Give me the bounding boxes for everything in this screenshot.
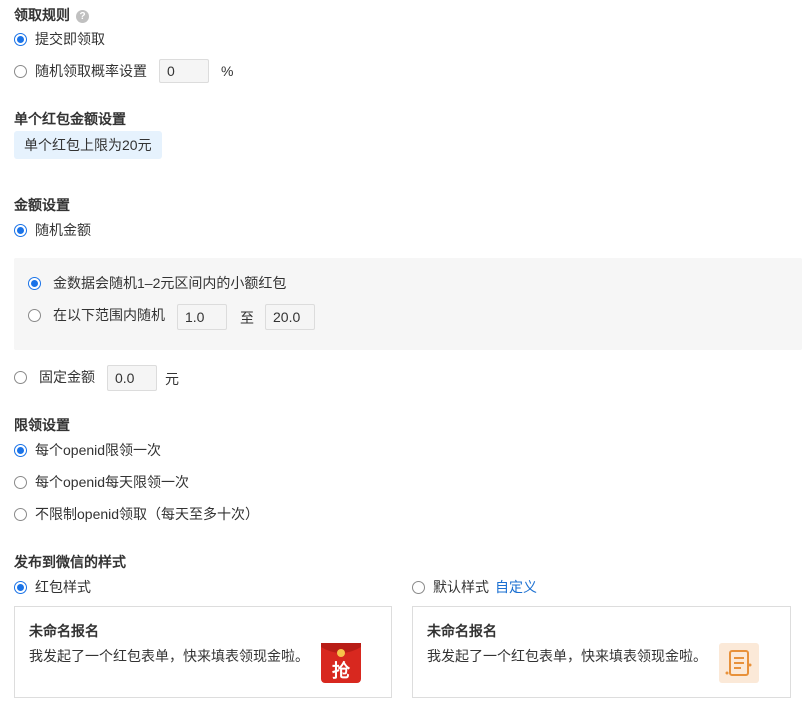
- single-amount-title: 单个红包金额设置: [14, 111, 126, 127]
- radio-button[interactable]: [14, 64, 27, 78]
- radio-default-style[interactable]: 默认样式 自定义: [412, 575, 537, 599]
- radio-limit-once[interactable]: 每个openid限领一次: [14, 438, 161, 462]
- card-description: 我发起了一个红包表单，快来填表领现金啦。: [29, 648, 309, 664]
- radio-label: 红包样式: [35, 579, 91, 595]
- radio-label: 随机领取概率设置: [35, 63, 147, 79]
- amount-limit-tag: 单个红包上限为20元: [14, 131, 162, 159]
- percent-unit: %: [221, 63, 234, 79]
- claim-rules-title: 领取规则: [14, 7, 70, 23]
- radio-label: 固定金额: [39, 369, 95, 385]
- radio-label: 不限制openid领取（每天至多十次）: [35, 506, 260, 522]
- claim-rules-section: 领取规则?: [14, 5, 89, 25]
- radio-button[interactable]: [412, 580, 425, 594]
- radio-button[interactable]: [14, 443, 27, 457]
- radio-red-packet-style[interactable]: 红包样式: [14, 575, 91, 599]
- card-title: 未命名报名: [29, 623, 99, 639]
- radio-button[interactable]: [14, 507, 27, 521]
- red-packet-icon-text: 抢: [332, 660, 351, 682]
- range-min-input[interactable]: 1.0: [177, 304, 227, 330]
- red-packet-icon: 抢: [321, 643, 361, 683]
- fixed-amount-input[interactable]: 0.0: [107, 365, 157, 391]
- probability-input[interactable]: 0: [159, 59, 209, 83]
- card-title: 未命名报名: [427, 623, 497, 639]
- wechat-style-title: 发布到微信的样式: [14, 554, 126, 570]
- help-icon[interactable]: ?: [76, 10, 89, 23]
- form-document-icon: [719, 643, 759, 683]
- radio-button[interactable]: [14, 370, 27, 384]
- radio-submit-claim[interactable]: 提交即领取: [14, 27, 105, 51]
- range-to-label: 至: [240, 310, 254, 326]
- radio-label: 在以下范围内随机: [53, 307, 165, 323]
- yuan-unit: 元: [165, 371, 179, 387]
- radio-fixed-amount[interactable]: 固定金额: [14, 365, 95, 389]
- red-packet-style-card[interactable]: 未命名报名 我发起了一个红包表单，快来填表领现金啦。 抢: [14, 606, 392, 698]
- radio-random-amount[interactable]: 随机金额: [14, 218, 91, 242]
- radio-button[interactable]: [14, 475, 27, 489]
- radio-label: 金数据会随机1–2元区间内的小额红包: [53, 275, 287, 291]
- default-style-card[interactable]: 未命名报名 我发起了一个红包表单，快来填表领现金啦。: [412, 606, 791, 698]
- radio-button[interactable]: [14, 32, 27, 46]
- radio-range-random[interactable]: 在以下范围内随机: [28, 303, 165, 327]
- radio-button[interactable]: [14, 223, 27, 237]
- radio-no-limit[interactable]: 不限制openid领取（每天至多十次）: [14, 502, 259, 526]
- range-max-input[interactable]: 20.0: [265, 304, 315, 330]
- radio-label: 随机金额: [35, 222, 91, 238]
- customize-link[interactable]: 自定义: [495, 577, 537, 597]
- radio-limit-daily[interactable]: 每个openid每天限领一次: [14, 470, 189, 494]
- radio-small-random[interactable]: 金数据会随机1–2元区间内的小额红包: [28, 271, 286, 295]
- radio-button[interactable]: [28, 308, 41, 322]
- radio-button[interactable]: [28, 276, 41, 290]
- radio-label: 提交即领取: [35, 31, 105, 47]
- radio-label: 每个openid每天限领一次: [35, 474, 190, 490]
- radio-label: 每个openid限领一次: [35, 442, 162, 458]
- card-description: 我发起了一个红包表单，快来填表领现金啦。: [427, 648, 707, 664]
- radio-label: 默认样式: [433, 579, 489, 595]
- limit-setting-title: 限领设置: [14, 417, 70, 433]
- radio-random-probability[interactable]: 随机领取概率设置: [14, 59, 147, 83]
- amount-setting-title: 金额设置: [14, 197, 70, 213]
- radio-button[interactable]: [14, 580, 27, 594]
